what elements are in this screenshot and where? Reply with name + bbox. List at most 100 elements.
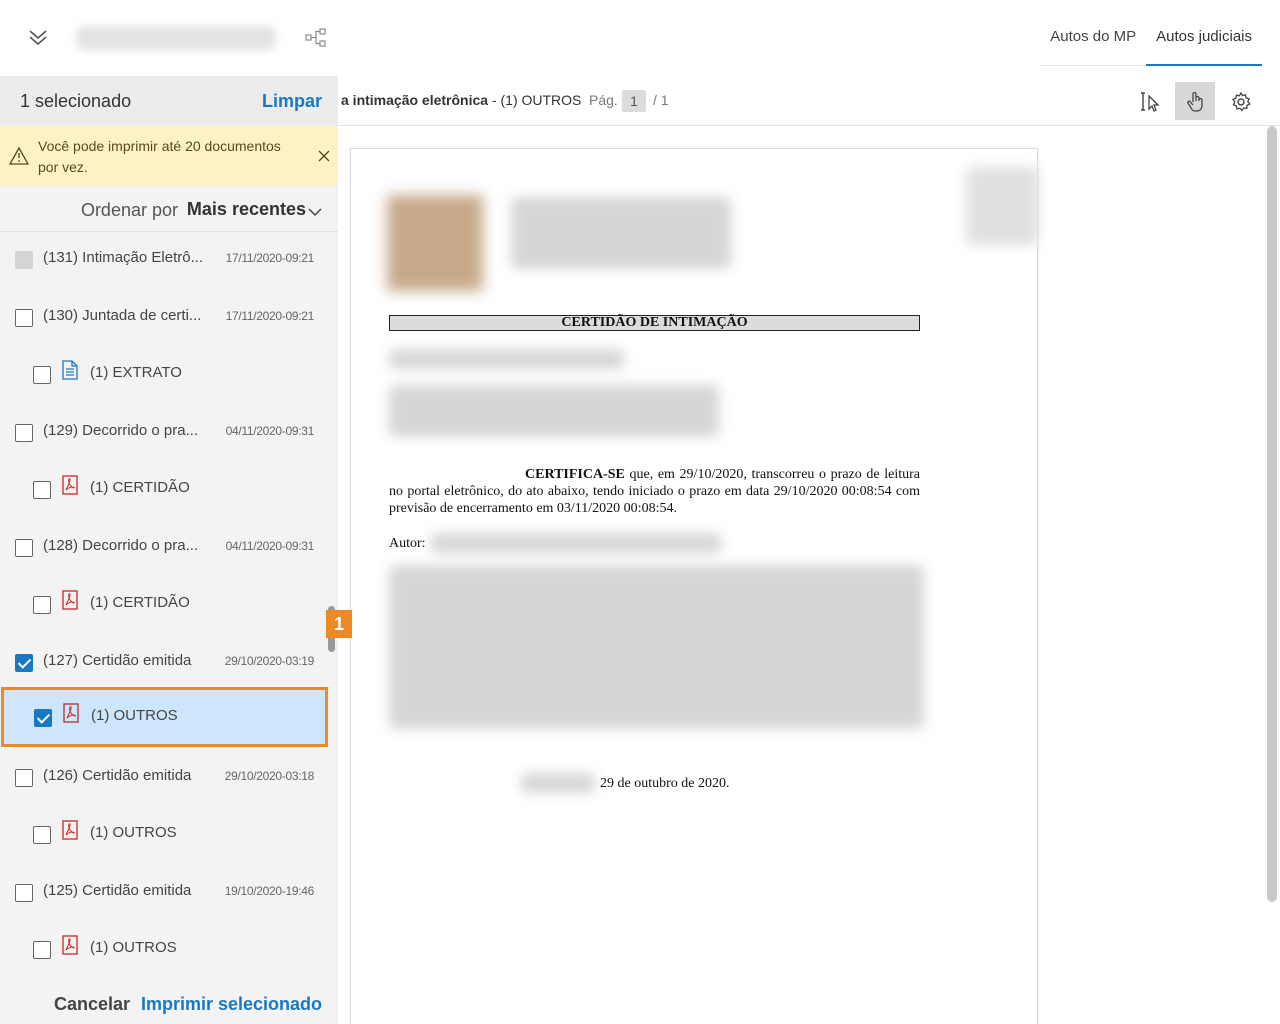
selected-count: 1 selecionado	[20, 91, 132, 111]
page-label: Pág.	[589, 92, 618, 108]
settings-button[interactable]	[1220, 82, 1260, 120]
close-icon[interactable]	[316, 148, 332, 164]
document-title-main: a intimação eletrônica	[341, 92, 489, 108]
document-date: 29 de outubro de 2020.	[600, 776, 730, 791]
document-title-suffix: - (1) OUTROS	[488, 92, 582, 108]
item-title: (126) Certidão emitida	[43, 767, 192, 784]
chevron-down-icon[interactable]	[308, 204, 322, 217]
panel-footer: Cancelar Imprimir selecionado	[0, 984, 338, 1024]
pdf-icon	[62, 590, 78, 610]
item-date: 17/11/2020-09:21	[225, 309, 315, 323]
item-title: (129) Decorrido o pra...	[43, 422, 199, 439]
item-title: (1) CERTIDÃO	[90, 594, 190, 611]
item-checkbox[interactable]	[34, 709, 52, 727]
item-title: (1) EXTRATO	[90, 364, 182, 381]
item-title: (130) Juntada de certi...	[43, 307, 202, 324]
list-item-movement[interactable]: (131) Intimação Eletrô... 17/11/2020-09:…	[0, 232, 330, 289]
document-page: CERTIDÃO DE INTIMAÇÃO CERTIFICA-SE que, …	[350, 148, 1038, 1024]
hand-tool-button[interactable]	[1175, 82, 1215, 120]
item-date: 17/11/2020-09:21	[225, 251, 315, 265]
author-label: Autor:	[389, 536, 426, 551]
city-redacted	[521, 773, 595, 793]
certifica-se-label: CERTIFICA-SE	[525, 467, 625, 482]
sort-dropdown[interactable]: Mais recentes	[187, 199, 306, 220]
item-checkbox[interactable]	[15, 309, 33, 327]
list-item-movement[interactable]: (126) Certidão emitida 29/10/2020-03:18	[0, 750, 330, 807]
qr-code-redacted	[966, 167, 1038, 245]
list-item-movement[interactable]: (127) Certidão emitida 29/10/2020-03:19	[0, 635, 330, 692]
text-select-tool-button[interactable]	[1130, 82, 1170, 120]
pdf-icon	[62, 475, 78, 495]
pdf-icon	[63, 703, 79, 723]
warning-text: Você pode imprimir até 20 documentos por…	[38, 138, 281, 175]
list-item-document[interactable]: (1) OUTROS	[0, 807, 330, 864]
item-checkbox[interactable]	[15, 424, 33, 442]
list-item-document[interactable]: (1) EXTRATO	[0, 347, 330, 404]
item-checkbox[interactable]	[15, 654, 33, 672]
item-checkbox[interactable]	[33, 596, 51, 614]
item-checkbox	[15, 251, 33, 269]
list-item-document[interactable]: (1) CERTIDÃO	[0, 462, 330, 519]
redacted-paragraph	[389, 565, 924, 729]
cancel-button[interactable]: Cancelar	[54, 994, 130, 1015]
top-bar: Autos do MP Autos judiciais	[0, 0, 1280, 76]
list-item-movement[interactable]: (128) Decorrido o pra... 04/11/2020-09:3…	[0, 520, 330, 577]
sort-control: Ordenar por Mais recentes	[0, 186, 338, 232]
item-title: (1) OUTROS	[90, 939, 177, 956]
tab-bar: Autos do MP Autos judiciais	[1040, 0, 1262, 66]
item-title: (128) Decorrido o pra...	[43, 537, 199, 554]
item-checkbox[interactable]	[15, 884, 33, 902]
callout-badge: 1	[326, 610, 352, 638]
item-date: 04/11/2020-09:31	[225, 539, 315, 553]
certificate-body: CERTIFICA-SE que, em 29/10/2020, transco…	[389, 466, 920, 517]
collapse-chevrons-icon[interactable]	[24, 26, 52, 50]
item-checkbox[interactable]	[33, 941, 51, 959]
document-list: (131) Intimação Eletrô... 17/11/2020-09:…	[0, 232, 338, 984]
page-total: / 1	[653, 92, 669, 108]
print-selected-button[interactable]: Imprimir selecionado	[141, 994, 322, 1015]
tree-view-icon[interactable]	[304, 26, 328, 50]
certificate-heading: CERTIDÃO DE INTIMAÇÃO	[389, 315, 920, 331]
certificate-text: que, em 29/10/2020, transcorreu o prazo …	[389, 467, 920, 516]
print-limit-warning: Você pode imprimir até 20 documentos por…	[0, 126, 349, 186]
list-item-document[interactable]: (1) OUTROS	[0, 922, 330, 979]
page-number-input[interactable]: 1	[622, 90, 646, 112]
header-text-redacted	[511, 197, 731, 269]
author-name-redacted	[431, 533, 721, 553]
item-date: 04/11/2020-09:31	[225, 424, 315, 438]
redacted-block	[389, 385, 719, 437]
item-checkbox[interactable]	[33, 481, 51, 499]
item-title: (1) OUTROS	[91, 707, 178, 724]
item-checkbox[interactable]	[15, 769, 33, 787]
item-title: (131) Intimação Eletrô...	[43, 249, 204, 266]
document-title: a intimação eletrônica - (1) OUTROS	[341, 92, 581, 108]
pdf-icon	[62, 935, 78, 955]
selection-header: 1 selecionado Limpar	[0, 76, 338, 126]
item-title: (1) CERTIDÃO	[90, 479, 190, 496]
document-viewer[interactable]: CERTIDÃO DE INTIMAÇÃO CERTIFICA-SE que, …	[338, 126, 1280, 1024]
viewer-scrollbar[interactable]	[1267, 126, 1277, 902]
court-logo-redacted	[387, 195, 483, 291]
list-item-document[interactable]: (1) CERTIDÃO	[0, 577, 330, 634]
list-item-movement[interactable]: (130) Juntada de certi... 17/11/2020-09:…	[0, 290, 330, 347]
item-checkbox[interactable]	[33, 826, 51, 844]
item-title: (127) Certidão emitida	[43, 652, 192, 669]
item-title: (125) Certidão emitida	[43, 882, 192, 899]
list-item-document-selected[interactable]: (1) OUTROS	[1, 687, 328, 747]
item-checkbox[interactable]	[33, 366, 51, 384]
clear-button[interactable]: Limpar	[262, 91, 322, 112]
process-title-redacted	[76, 26, 276, 50]
list-item-movement[interactable]: (125) Certidão emitida 19/10/2020-19:46	[0, 865, 330, 922]
item-title: (1) OUTROS	[90, 824, 177, 841]
item-date: 19/10/2020-19:46	[224, 884, 315, 898]
redacted-line	[389, 349, 624, 369]
list-item-movement[interactable]: (129) Decorrido o pra... 04/11/2020-09:3…	[0, 405, 330, 462]
warning-icon	[8, 146, 30, 166]
tab-autos-judiciais[interactable]: Autos judiciais	[1146, 0, 1262, 66]
text-doc-icon	[62, 360, 78, 380]
sort-label: Ordenar por	[80, 200, 178, 220]
item-checkbox[interactable]	[15, 539, 33, 557]
viewer-toolbar: a intimação eletrônica - (1) OUTROS Pág.…	[338, 76, 1280, 126]
pdf-icon	[62, 820, 78, 840]
tab-autos-do-mp[interactable]: Autos do MP	[1040, 0, 1146, 66]
